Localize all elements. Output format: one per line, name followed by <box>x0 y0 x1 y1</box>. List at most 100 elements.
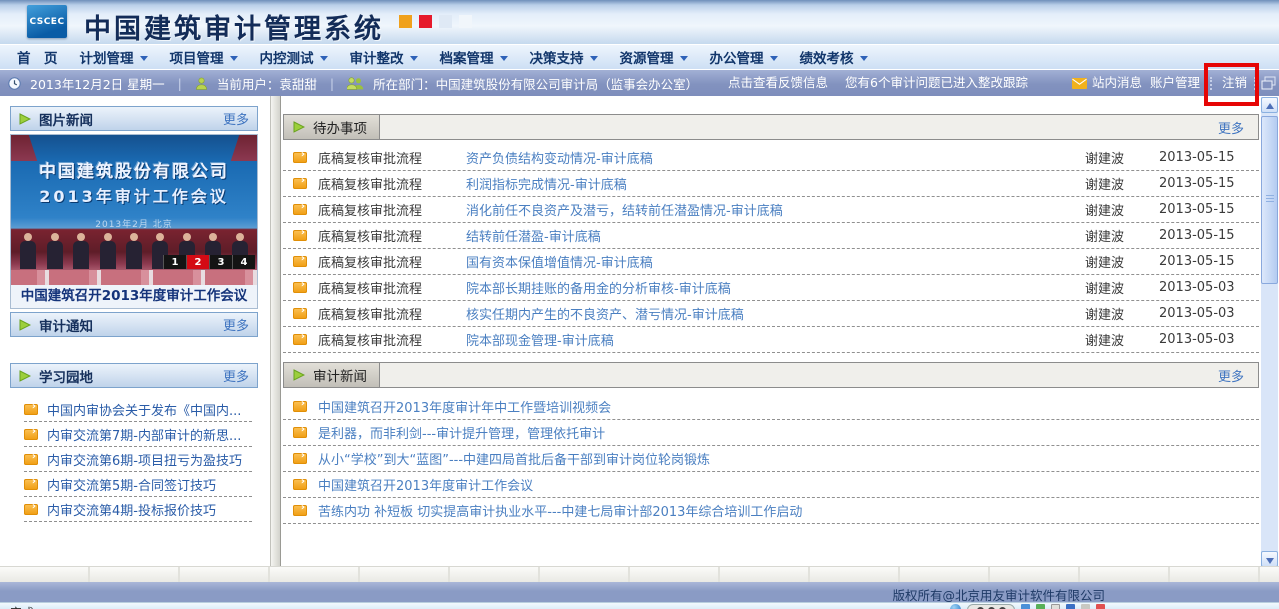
todo-date: 2013-05-03 <box>1159 280 1259 295</box>
news-panel-header: 审计新闻 更多 <box>283 362 1259 388</box>
todo-date: 2013-05-15 <box>1159 202 1259 217</box>
sidebar-splitter[interactable] <box>270 96 281 566</box>
dropdown-caret-icon <box>680 56 688 61</box>
menu-item-4[interactable]: 审计整改 <box>339 45 429 69</box>
todo-flow-type-link[interactable]: 底稿复核审批流程 <box>318 330 466 349</box>
todo-subject-link[interactable]: 消化前任不良资产及潜亏，结转前任潜盈情况-审计底稿 <box>466 200 1085 219</box>
dropdown-caret-icon <box>770 56 778 61</box>
learning-list: 中国内审协会关于发布《中国内...内审交流第7期-内部审计的新思...内审交流第… <box>10 397 258 522</box>
account-management-link[interactable]: 账户管理 <box>1150 70 1200 96</box>
photo-page-button-2[interactable]: 2 <box>186 255 209 269</box>
photo-news-title: 图片新闻 <box>39 109 93 129</box>
todo-flow-type-link[interactable]: 底稿复核审批流程 <box>318 226 466 245</box>
news-more-link[interactable]: 更多 <box>1218 366 1244 385</box>
document-icon <box>24 479 38 490</box>
vertical-scrollbar[interactable] <box>1261 97 1278 567</box>
menu-item-6[interactable]: 决策支持 <box>519 45 609 69</box>
todo-subject-link[interactable]: 院本部长期挂账的备用金的分析审核-审计底稿 <box>466 278 1085 297</box>
photo-caption-link[interactable]: 中国建筑召开2013年度审计工作会议 <box>11 285 257 308</box>
photo-pagination: 1234 <box>163 255 255 269</box>
todo-date: 2013-05-15 <box>1159 228 1259 243</box>
learning-item-text: 中国内审协会关于发布《中国内... <box>47 400 241 419</box>
document-icon <box>293 282 307 293</box>
todo-flow-type-link[interactable]: 底稿复核审批流程 <box>318 174 466 193</box>
news-title: 审计新闻 <box>313 365 367 385</box>
feedback-link[interactable]: 点击查看反馈信息 <box>728 70 828 96</box>
tray-icon <box>1096 604 1105 609</box>
todo-flow-type-link[interactable]: 底稿复核审批流程 <box>318 278 466 297</box>
menu-item-label: 决策支持 <box>530 47 584 67</box>
learning-item-link[interactable]: 中国内审协会关于发布《中国内... <box>24 397 252 422</box>
todo-more-link[interactable]: 更多 <box>1218 118 1244 137</box>
clock-icon <box>8 77 21 90</box>
menu-item-3[interactable]: 内控测试 <box>249 45 339 69</box>
horizontal-scroll-track[interactable] <box>0 566 1279 582</box>
news-item-link[interactable]: 中国建筑召开2013年度审计工作会议 <box>318 475 533 494</box>
menu-item-5[interactable]: 档案管理 <box>429 45 519 69</box>
audit-notice-more-link[interactable]: 更多 <box>223 315 249 334</box>
dropdown-caret-icon <box>320 56 328 61</box>
learning-item-link[interactable]: 内审交流第7期-内部审计的新思... <box>24 422 252 447</box>
todo-subject-link[interactable]: 国有资本保值增值情况-审计底稿 <box>466 252 1085 271</box>
news-item-link[interactable]: 是利器，而非利剑---审计提升管理，管理依托审计 <box>318 423 605 442</box>
document-icon <box>293 308 307 319</box>
todo-subject-link[interactable]: 核实任期内产生的不良资产、潜亏情况-审计底稿 <box>466 304 1085 323</box>
menu-item-7[interactable]: 资源管理 <box>609 45 699 69</box>
dropdown-caret-icon <box>230 56 238 61</box>
todo-row: 底稿复核审批流程利润指标完成情况-审计底稿谢建波2013-05-15 <box>283 171 1259 197</box>
learning-panel-header: 学习园地 更多 <box>10 363 258 388</box>
popout-window-icon[interactable] <box>1261 76 1276 90</box>
scroll-down-button[interactable] <box>1261 551 1278 567</box>
learning-more-link[interactable]: 更多 <box>223 366 249 385</box>
status-dotted-divider <box>1210 77 1212 90</box>
todo-subject-link[interactable]: 资产负债结构变动情况-审计底稿 <box>466 148 1085 167</box>
news-row: 从小“学校”到大“蓝图”---中建四局首批后备干部到审计岗位轮岗锻炼 <box>283 446 1259 472</box>
news-tab[interactable]: 审计新闻 <box>284 363 380 387</box>
learning-item-link[interactable]: 内审交流第4期-投标报价技巧 <box>24 497 252 522</box>
header-deco-squares <box>399 15 472 28</box>
photo-news-more-link[interactable]: 更多 <box>223 109 249 128</box>
document-icon <box>293 334 307 345</box>
menu-item-9[interactable]: 绩效考核 <box>789 45 879 69</box>
status-dotted-divider <box>1254 77 1256 90</box>
news-item-link[interactable]: 苦练内功 补短板 切实提高审计执业水平---中建七局审计部2013年综合培训工作… <box>318 501 802 520</box>
news-item-link[interactable]: 从小“学校”到大“蓝图”---中建四局首批后备干部到审计岗位轮岗锻炼 <box>318 449 710 468</box>
photo-page-button-4[interactable]: 4 <box>232 255 255 269</box>
todo-flow-type-link[interactable]: 底稿复核审批流程 <box>318 148 466 167</box>
photo-page-button-3[interactable]: 3 <box>209 255 232 269</box>
rectification-alert-link[interactable]: 您有6个审计问题已进入整改跟踪 <box>845 70 1028 96</box>
logout-link[interactable]: 注销 <box>1222 70 1247 96</box>
status-date: 2013年12月2日 星期一 <box>30 74 165 93</box>
site-messages-link[interactable]: 站内消息 <box>1092 70 1142 96</box>
menu-item-1[interactable]: 计划管理 <box>69 45 159 69</box>
learning-item-link[interactable]: 内审交流第5期-合同签订技巧 <box>24 472 252 497</box>
document-icon <box>293 230 307 241</box>
todo-flow-type-link[interactable]: 底稿复核审批流程 <box>318 200 466 219</box>
photo-news-panel-header: 图片新闻 更多 <box>10 106 258 131</box>
scroll-up-button[interactable] <box>1261 97 1278 113</box>
todo-flow-type-link[interactable]: 底稿复核审批流程 <box>318 304 466 323</box>
todo-owner: 谢建波 <box>1085 278 1159 297</box>
todo-owner: 谢建波 <box>1085 330 1159 349</box>
scrollbar-thumb[interactable] <box>1261 116 1278 284</box>
conference-photo[interactable]: 中国建筑股份有限公司 2013年审计工作会议 2013年2月 北京 1234 <box>11 135 257 285</box>
todo-tab[interactable]: 待办事项 <box>284 115 380 139</box>
todo-subject-link[interactable]: 利润指标完成情况-审计底稿 <box>466 174 1085 193</box>
photo-news-block: 中国建筑股份有限公司 2013年审计工作会议 2013年2月 北京 1234 中… <box>10 134 258 309</box>
todo-flow-type-link[interactable]: 底稿复核审批流程 <box>318 252 466 271</box>
news-row: 中国建筑召开2013年度审计工作会议 <box>283 472 1259 498</box>
todo-date: 2013-05-03 <box>1159 306 1259 321</box>
news-item-link[interactable]: 中国建筑召开2013年度审计年中工作暨培训视频会 <box>318 397 611 416</box>
tray-icon <box>1051 604 1060 609</box>
learning-item-text: 内审交流第5期-合同签订技巧 <box>47 475 216 494</box>
document-icon <box>293 178 307 189</box>
todo-row: 底稿复核审批流程核实任期内产生的不良资产、潜亏情况-审计底稿谢建波2013-05… <box>283 301 1259 327</box>
menu-item-2[interactable]: 项目管理 <box>159 45 249 69</box>
menu-item-8[interactable]: 办公管理 <box>699 45 789 69</box>
tray-control-pill <box>967 604 1015 609</box>
todo-subject-link[interactable]: 院本部现金管理-审计底稿 <box>466 330 1085 349</box>
photo-page-button-1[interactable]: 1 <box>163 255 186 269</box>
menu-item-home[interactable]: 首 页 <box>6 45 69 69</box>
learning-item-link[interactable]: 内审交流第6期-项目扭亏为盈技巧 <box>24 447 252 472</box>
todo-subject-link[interactable]: 结转前任潜盈-审计底稿 <box>466 226 1085 245</box>
